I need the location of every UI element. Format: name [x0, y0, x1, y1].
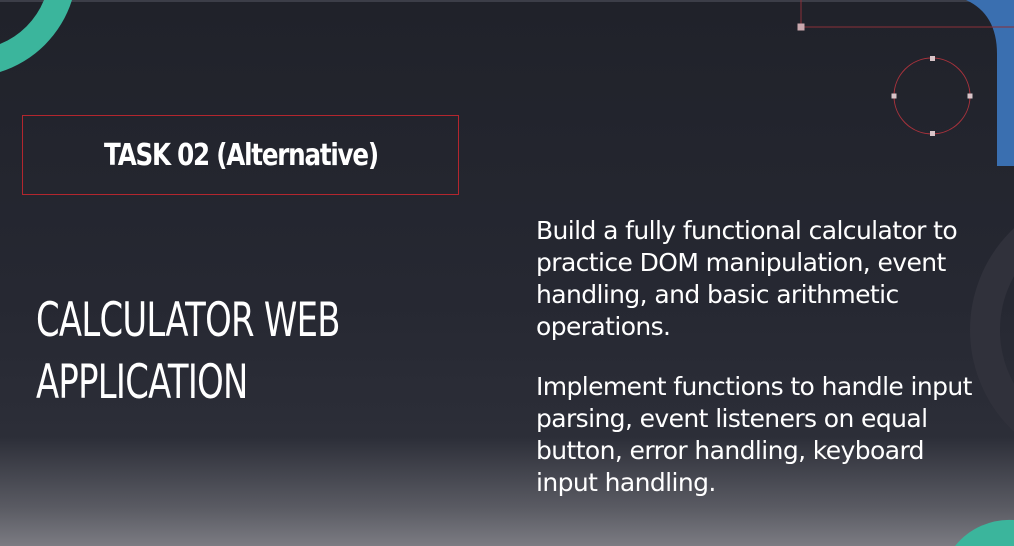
circle-handle-right — [967, 93, 973, 99]
app-title: CALCULATOR WEB APPLICATION — [36, 290, 340, 414]
task-title-box: TASK 02 (Alternative) — [22, 115, 459, 195]
large-faint-ring — [970, 228, 1014, 432]
selection-handle-corner — [797, 23, 805, 31]
circle-handle-bottom — [930, 131, 935, 136]
blue-shape-top-right — [966, 0, 1014, 166]
teal-arc-top-left — [0, 0, 72, 72]
description-paragraph-1: Build a fully functional calculator to p… — [536, 216, 958, 341]
slide: TASK 02 (Alternative) CALCULATOR WEB APP… — [0, 0, 1014, 546]
circle-handle-top — [930, 56, 935, 61]
circle-handle-left — [891, 93, 897, 99]
description-paragraph-2: Implement functions to handle input pars… — [536, 372, 972, 497]
task-title: TASK 02 (Alternative) — [103, 137, 379, 173]
teal-arc-bottom-right — [955, 519, 1014, 546]
selection-circle — [893, 57, 971, 135]
app-title-line-2: APPLICATION — [36, 355, 248, 410]
app-title-line-1: CALCULATOR WEB — [36, 293, 340, 348]
